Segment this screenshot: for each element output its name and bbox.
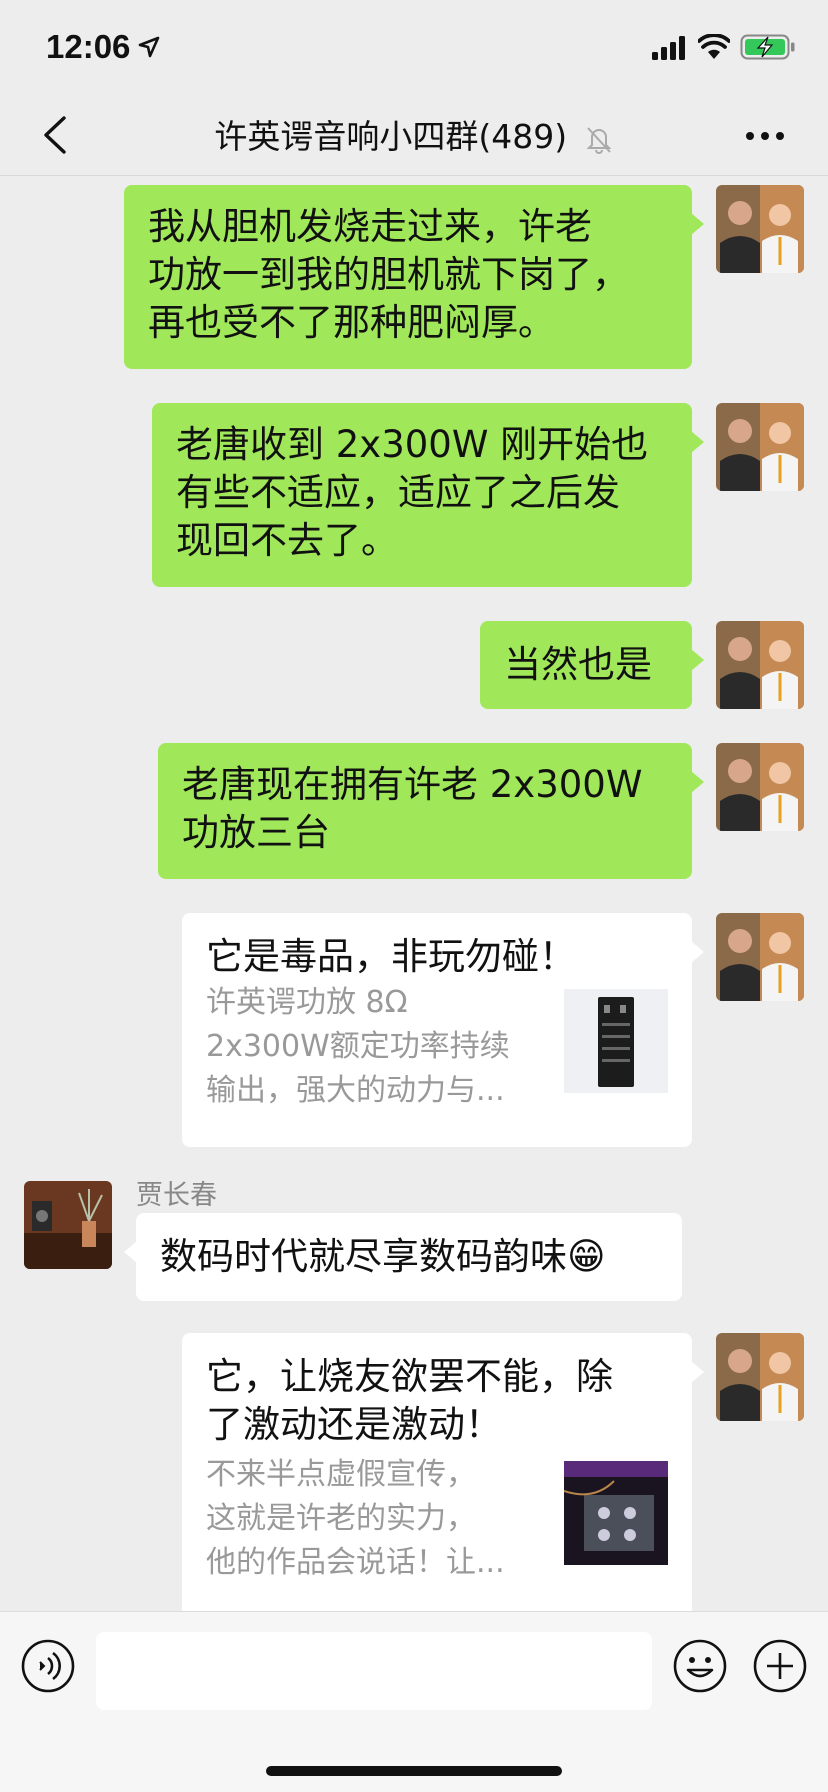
sender-name: 贾长春	[136, 1180, 217, 1211]
chat-header: 许英谔音响小四群(489)	[0, 96, 828, 176]
battery-charging-icon	[740, 34, 795, 60]
location-arrow-icon	[138, 36, 160, 58]
status-time: 12:06	[46, 28, 131, 65]
link-card-title: 它是毒品，非玩勿碰！	[206, 935, 576, 978]
message-bubble[interactable]: 当然也是	[480, 621, 704, 709]
chat-title: 许英谔音响小四群(489)	[214, 117, 568, 156]
avatar-photo-icon	[716, 913, 804, 1001]
link-card-description: 许英谔功放 8Ω 2x300W额定功率持续 输出，强大的动力与...	[206, 985, 510, 1108]
amplifier-image-icon	[564, 989, 668, 1093]
avatar-me[interactable]	[716, 403, 804, 491]
message-bubble[interactable]: 数码时代就尽享数码韵味😁	[124, 1213, 682, 1301]
message-input[interactable]	[96, 1632, 652, 1710]
wifi-icon	[698, 34, 730, 59]
status-bar: 12:06	[0, 0, 828, 96]
avatar-other[interactable]	[24, 1181, 112, 1269]
avatar-me[interactable]	[716, 913, 804, 1001]
avatar-photo-icon	[716, 403, 804, 491]
avatar-me[interactable]	[716, 743, 804, 831]
emoji-icon[interactable]	[672, 1638, 728, 1694]
ellipsis-icon[interactable]	[740, 118, 790, 154]
link-card-thumbnail	[564, 989, 668, 1093]
link-card[interactable]: 它是毒品，非玩勿碰！ 许英谔功放 8Ω 2x300W额定功率持续 输出，强大的动…	[182, 913, 704, 1147]
avatar-photo-icon	[716, 185, 804, 273]
avatar-photo-icon	[716, 1333, 804, 1421]
avatar-me[interactable]	[716, 185, 804, 273]
message-bubble[interactable]: 我从胆机发烧走过来，许老 功放一到我的胆机就下岗了， 再也受不了那种肥闷厚。	[124, 185, 704, 369]
voice-icon[interactable]	[20, 1638, 76, 1694]
link-card-thumbnail	[564, 1461, 668, 1565]
message-text: 数码时代就尽享数码韵味😁	[160, 1235, 606, 1278]
input-bar	[0, 1611, 828, 1792]
bell-muted-icon	[586, 126, 612, 154]
message-list[interactable]: 我从胆机发烧走过来，许老 功放一到我的胆机就下岗了， 再也受不了那种肥闷厚。 老…	[0, 177, 828, 1611]
link-card-title: 它，让烧友欲罢不能，除 了激动还是激动！	[206, 1355, 613, 1446]
amplifier-image-icon	[564, 1461, 668, 1565]
home-indicator	[266, 1766, 562, 1776]
avatar-photo-icon	[24, 1181, 112, 1269]
link-card[interactable]: 它，让烧友欲罢不能，除 了激动还是激动！ 不来半点虚假宣传， 这就是许老的实力，…	[182, 1333, 704, 1611]
message-bubble[interactable]: 老唐收到 2x300W 刚开始也 有些不适应，适应了之后发 现回不去了。	[152, 403, 704, 587]
avatar-me[interactable]	[716, 621, 804, 709]
chat-title-wrap[interactable]: 许英谔音响小四群(489)	[0, 110, 828, 158]
cellular-signal-icon	[652, 36, 685, 60]
link-card-description: 不来半点虚假宣传， 这就是许老的实力， 他的作品会说话！让...	[206, 1457, 505, 1580]
plus-circle-icon[interactable]	[752, 1638, 808, 1694]
avatar-me[interactable]	[716, 1333, 804, 1421]
avatar-photo-icon	[716, 743, 804, 831]
avatar-photo-icon	[716, 621, 804, 709]
message-bubble[interactable]: 老唐现在拥有许老 2x300W 功放三台	[158, 743, 704, 879]
